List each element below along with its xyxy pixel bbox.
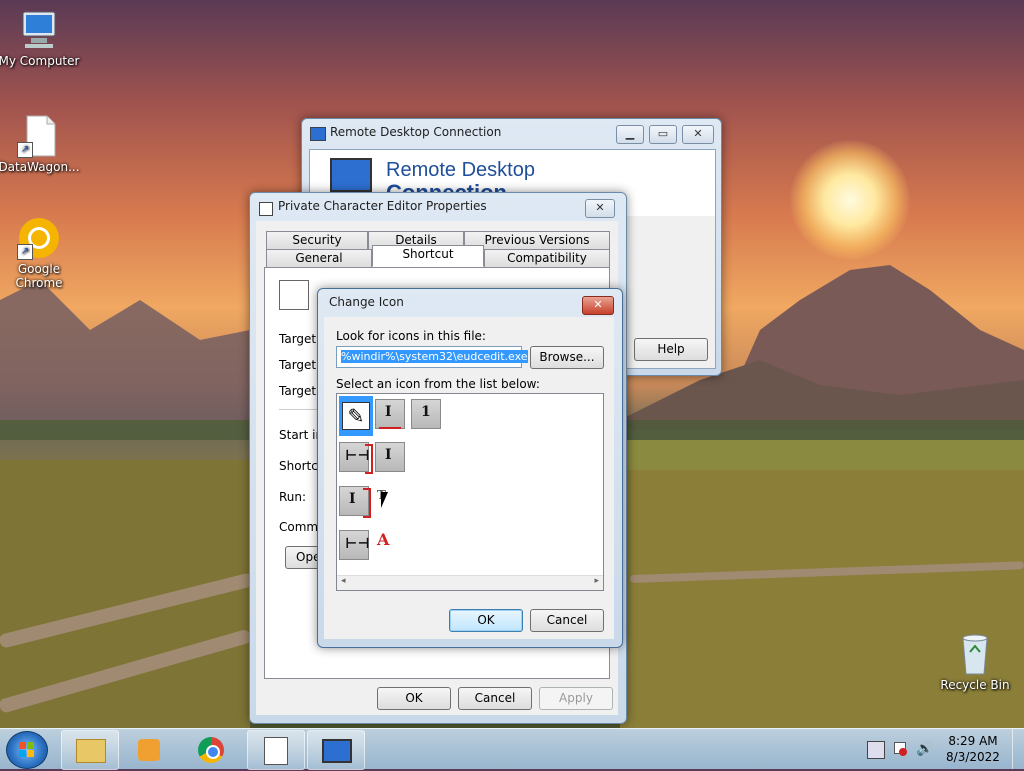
red-bracket xyxy=(363,488,371,518)
numeral-icon: 1 xyxy=(421,404,431,420)
divider xyxy=(279,409,319,410)
scroll-right-icon[interactable]: ▸ xyxy=(594,576,599,586)
text-cursor-icon: I xyxy=(385,404,392,420)
start-button[interactable] xyxy=(6,731,48,769)
icon-option-pen[interactable]: ✎ xyxy=(339,396,373,436)
taskbar-media-player-button[interactable] xyxy=(121,730,179,770)
horizontal-bar-icon: ⊢⊣ xyxy=(345,536,370,552)
horizontal-scrollbar[interactable]: ◂ ▸ xyxy=(337,575,603,590)
eudcedit-icon xyxy=(264,737,288,765)
change-icon-titlebar[interactable]: Change Icon ✕ xyxy=(318,289,622,317)
rdc-banner-line1: Remote Desktop xyxy=(386,159,535,181)
rdc-app-icon xyxy=(310,127,326,141)
folder-icon xyxy=(76,739,106,763)
scroll-left-icon[interactable]: ◂ xyxy=(341,576,346,586)
icon-list[interactable]: ✎ I 1 ⊢⊣ I I T ⊢⊣ A ◂ ▸ xyxy=(336,393,604,591)
mouse-cursor-icon xyxy=(381,492,395,508)
desktop-icon-label: My Computer xyxy=(0,54,80,68)
properties-title: Private Character Editor Properties xyxy=(278,199,487,213)
desktop-icon-recycle-bin[interactable]: Recycle Bin xyxy=(933,632,1017,692)
browse-button[interactable]: Browse... xyxy=(530,346,604,369)
media-player-icon xyxy=(138,739,160,761)
select-icon-label: Select an icon from the list below: xyxy=(336,377,540,391)
text-cursor-icon: I xyxy=(385,447,392,463)
recycle-bin-icon xyxy=(953,632,997,676)
volume-icon[interactable]: 🔊 xyxy=(916,741,933,757)
tab-shortcut[interactable]: Shortcut xyxy=(372,245,484,267)
icon-option-6[interactable]: I xyxy=(339,486,373,520)
icon-option-9[interactable]: A xyxy=(375,530,409,564)
tab-previous-versions[interactable]: Previous Versions xyxy=(464,231,610,251)
file-icon: ↗ xyxy=(17,114,61,158)
apply-button: Apply xyxy=(539,687,613,710)
desktop-icon-label: Google Chrome xyxy=(15,262,63,290)
desktop-icon-my-computer[interactable]: My Computer xyxy=(0,8,81,68)
field-label-target: Target: xyxy=(279,384,321,398)
maximize-button[interactable]: ▭ xyxy=(649,125,677,144)
clock-date[interactable]: 8/3/2022 xyxy=(944,750,1002,764)
icon-option-8[interactable]: ⊢⊣ xyxy=(339,530,373,564)
icon-option-4[interactable]: ⊢⊣ xyxy=(339,442,373,476)
icon-option-3[interactable]: 1 xyxy=(411,399,445,433)
taskbar-rdc-button[interactable] xyxy=(307,730,365,770)
shortcut-icon xyxy=(279,280,309,310)
field-label-run: Run: xyxy=(279,490,307,504)
chrome-icon: ↗ xyxy=(17,216,61,260)
red-underline xyxy=(379,427,401,429)
computer-icon xyxy=(17,8,61,52)
help-button[interactable]: Help xyxy=(634,338,708,361)
taskbar: 🔊 8:29 AM 8/3/2022 xyxy=(0,728,1024,770)
monitor-icon xyxy=(330,158,372,192)
icon-option-5[interactable]: I xyxy=(375,442,409,476)
letter-a-icon: A xyxy=(377,530,390,549)
tab-security[interactable]: Security xyxy=(266,231,368,251)
ok-button[interactable]: OK xyxy=(377,687,451,710)
tab-general[interactable]: General xyxy=(266,249,372,269)
pen-icon: ✎ xyxy=(342,402,370,430)
clock-time[interactable]: 8:29 AM xyxy=(944,734,1002,748)
taskbar-chrome-button[interactable] xyxy=(183,730,241,770)
chrome-icon xyxy=(198,737,224,763)
cancel-button[interactable]: Cancel xyxy=(530,609,604,632)
icon-option-2[interactable]: I xyxy=(375,399,409,433)
text-cursor-icon: I xyxy=(349,491,356,507)
close-button[interactable]: ✕ xyxy=(682,125,714,144)
close-button[interactable]: ✕ xyxy=(582,296,614,315)
cancel-button[interactable]: Cancel xyxy=(458,687,532,710)
look-for-label: Look for icons in this file: xyxy=(336,329,486,343)
minimize-button[interactable]: ▁ xyxy=(616,125,644,144)
shortcut-arrow-icon: ↗ xyxy=(17,142,33,158)
desktop-icon-google-chrome[interactable]: ↗ Google Chrome xyxy=(0,216,81,290)
file-path-value: %windir%\system32\eudcedit.exe xyxy=(341,350,528,363)
tab-compatibility[interactable]: Compatibility xyxy=(484,249,610,269)
network-icon[interactable] xyxy=(867,741,885,759)
ok-button[interactable]: OK xyxy=(449,609,523,632)
icon-option-7[interactable]: T xyxy=(375,486,409,520)
shortcut-arrow-icon: ↗ xyxy=(17,244,33,260)
rdc-title: Remote Desktop Connection xyxy=(330,125,502,139)
remote-desktop-icon xyxy=(322,739,352,763)
close-button[interactable]: ✕ xyxy=(585,199,615,218)
change-icon-title: Change Icon xyxy=(329,295,404,309)
red-bracket xyxy=(365,444,373,474)
desktop-icon-label: Recycle Bin xyxy=(940,678,1010,692)
desktop-icon-label: DataWagon... xyxy=(0,160,80,174)
taskbar-explorer-button[interactable] xyxy=(61,730,119,770)
action-center-flag-icon[interactable] xyxy=(892,741,908,757)
properties-titlebar[interactable]: Private Character Editor Properties ✕ xyxy=(250,193,626,221)
file-path-input[interactable]: %windir%\system32\eudcedit.exe xyxy=(336,346,528,368)
change-icon-client: Look for icons in this file: %windir%\sy… xyxy=(324,317,614,639)
eudcedit-app-icon xyxy=(259,202,273,216)
windows-logo-icon xyxy=(19,742,34,757)
change-icon-dialog: Change Icon ✕ Look for icons in this fil… xyxy=(317,288,623,648)
show-desktop-button[interactable] xyxy=(1012,729,1024,769)
desktop-icon-datawagon[interactable]: ↗ DataWagon... xyxy=(0,114,81,174)
rdc-titlebar[interactable]: Remote Desktop Connection ▁ ▭ ✕ xyxy=(302,119,721,147)
taskbar-eudcedit-button[interactable] xyxy=(247,730,305,770)
